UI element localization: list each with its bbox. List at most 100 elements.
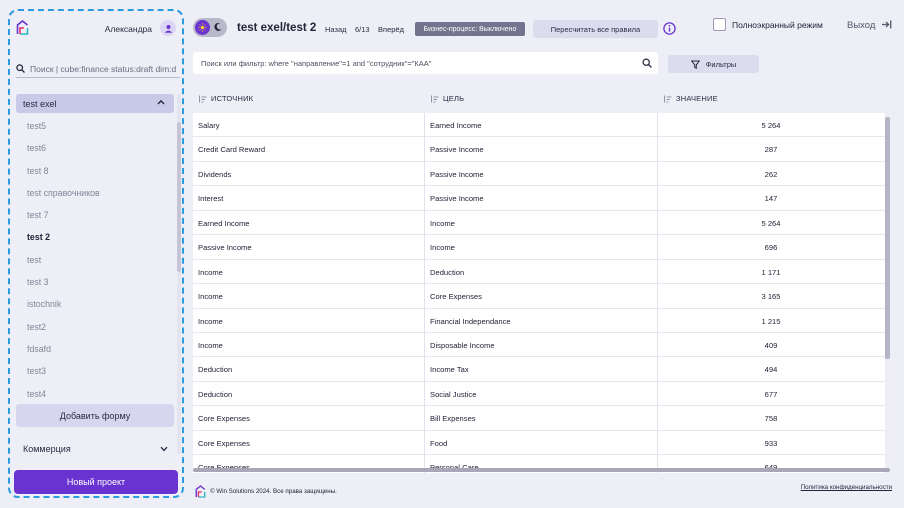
cell-value[interactable]: 1 171 [658, 268, 884, 277]
table-vertical-scrollbar[interactable] [885, 113, 890, 473]
new-project-button[interactable]: Новый проект [14, 470, 178, 494]
privacy-policy-link[interactable]: Политика конфиденциальности [801, 484, 892, 491]
table-row[interactable]: Credit Card Reward Passive Income 287 [193, 137, 885, 162]
table-row[interactable]: Deduction Social Justice 677 [193, 382, 885, 407]
cell-value[interactable]: 494 [658, 365, 884, 374]
sidebar-item[interactable]: test 3 [16, 271, 174, 293]
filter-input[interactable] [201, 58, 631, 68]
cell-source: Income [198, 316, 223, 326]
sort-icon [431, 95, 439, 102]
table-row[interactable]: Core Expenses Bill Expenses 758 [193, 406, 885, 431]
add-form-button[interactable]: Добавить форму [16, 404, 174, 427]
cell-value[interactable]: 1 215 [658, 317, 884, 326]
table-row[interactable]: Income Disposable Income 409 [193, 333, 885, 358]
cell-target: Passive Income [430, 194, 484, 204]
fullscreen-checkbox[interactable] [713, 18, 726, 31]
sidebar-item-label: test5 [27, 121, 47, 131]
table-row[interactable]: Deduction Income Tax 494 [193, 357, 885, 382]
sidebar-item[interactable]: test 7 [16, 204, 174, 226]
sidebar-item[interactable]: test6 [16, 137, 174, 159]
cell-value[interactable]: 262 [658, 170, 884, 179]
sidebar-search-input[interactable] [30, 63, 180, 74]
table-row[interactable]: Income Deduction 1 171 [193, 260, 885, 285]
sidebar-item[interactable]: test 8 [16, 160, 174, 182]
back-button[interactable]: Назад [325, 25, 347, 34]
table-row[interactable]: Salary Earned Income 5 264 [193, 113, 885, 138]
sidebar-item[interactable]: test2 [16, 316, 174, 338]
sidebar-item[interactable]: fdsafd [16, 338, 174, 360]
cell-source: Income [198, 340, 223, 350]
avatar-icon [164, 24, 172, 33]
theme-toggle[interactable] [193, 18, 227, 37]
table-row[interactable]: Earned Income Income 5 264 [193, 211, 885, 236]
logo-icon [195, 485, 206, 498]
sidebar-group-test-exel[interactable]: test exel [16, 94, 174, 113]
column-header-value[interactable]: ЗНАЧЕНИЕ [663, 94, 718, 103]
cell-value[interactable]: 933 [658, 439, 884, 448]
cell-source: Core Expenses [198, 438, 250, 448]
cell-target: Disposable Income [430, 340, 495, 350]
sidebar-item[interactable]: test5 [16, 115, 174, 137]
forward-button[interactable]: Вперёд [378, 25, 404, 34]
cell-value[interactable]: 5 264 [658, 121, 884, 130]
page-counter: 6/13 [355, 25, 370, 34]
sidebar-group-commerce[interactable]: Коммерция [16, 440, 174, 458]
table-horizontal-scrollbar[interactable] [193, 468, 890, 472]
sidebar-item-label: test2 [27, 321, 47, 332]
data-table: ИСТОЧНИК ЦЕЛЬ ЗНАЧЕНИЕ Salary Earned Inco… [193, 85, 890, 473]
cell-value[interactable]: 147 [658, 194, 884, 203]
cell-target: Financial Independance [430, 316, 511, 326]
filter-bar [193, 52, 658, 74]
cell-target: Bill Expenses [430, 414, 476, 424]
sidebar-item-label: fdsafd [27, 343, 51, 354]
column-header-source[interactable]: ИСТОЧНИК [198, 94, 253, 103]
column-header-label: ЦЕЛЬ [443, 94, 465, 103]
avatar[interactable] [160, 20, 176, 36]
column-header-target[interactable]: ЦЕЛЬ [430, 94, 464, 103]
cell-value[interactable]: 3 165 [658, 292, 884, 301]
exit-button[interactable]: Выход [847, 20, 875, 31]
business-process-status[interactable]: Бизнес-процесс: Выключено [415, 22, 525, 36]
table-row[interactable]: Income Financial Independance 1 215 [193, 309, 885, 333]
cell-value[interactable]: 287 [658, 145, 884, 154]
sidebar: Александра test exel test5 test6 test 8 … [8, 9, 184, 498]
recalculate-rules-button[interactable]: Пересчитать все правила [533, 20, 658, 38]
cell-value[interactable]: 677 [658, 390, 884, 399]
table-vertical-scrollbar-thumb[interactable] [885, 117, 890, 359]
info-icon[interactable] [663, 22, 676, 35]
sidebar-item-label: test 2 [27, 232, 50, 243]
sidebar-item-label: test4 [27, 388, 47, 399]
sidebar-item[interactable]: test справочников [16, 182, 174, 204]
sidebar-item[interactable]: istochnik [16, 293, 174, 315]
filters-button[interactable]: Фильтры [668, 55, 759, 73]
cell-value[interactable]: 409 [658, 341, 884, 350]
cell-value[interactable]: 758 [658, 414, 884, 423]
cell-value[interactable]: 5 264 [658, 219, 884, 228]
sidebar-group-label: Коммерция [23, 444, 71, 454]
table-row[interactable]: Dividends Passive Income 262 [193, 162, 885, 187]
sidebar-item-label: test 3 [27, 277, 49, 288]
column-header-label: ЗНАЧЕНИЕ [676, 94, 718, 103]
sidebar-item[interactable]: test4 [16, 383, 174, 405]
sidebar-item-label: test [27, 254, 42, 265]
sidebar-scrollbar-thumb[interactable] [177, 122, 181, 272]
cell-source: Deduction [198, 365, 233, 375]
sidebar-search [16, 60, 180, 78]
column-divider [424, 113, 425, 473]
cell-value[interactable]: 696 [658, 243, 884, 252]
table-row[interactable]: Core Expenses Food 933 [193, 431, 885, 456]
table-row[interactable]: Income Core Expenses 3 165 [193, 284, 885, 309]
sidebar-scrollbar[interactable] [177, 94, 181, 454]
logo-icon[interactable] [16, 20, 29, 35]
search-icon[interactable] [642, 58, 652, 68]
table-row[interactable]: Interest Passive Income 147 [193, 186, 885, 211]
sidebar-group-label: test exel [23, 98, 57, 109]
sidebar-item-active[interactable]: test 2 [16, 226, 174, 248]
logout-icon[interactable] [881, 19, 892, 30]
sidebar-item[interactable]: test [16, 249, 174, 271]
chevron-down-icon [160, 446, 168, 452]
table-row[interactable]: Passive Income Income 696 [193, 235, 885, 260]
sidebar-item[interactable]: test3 [16, 360, 174, 382]
theme-toggle-knob [195, 20, 210, 35]
cell-source: Passive Income [198, 243, 252, 253]
